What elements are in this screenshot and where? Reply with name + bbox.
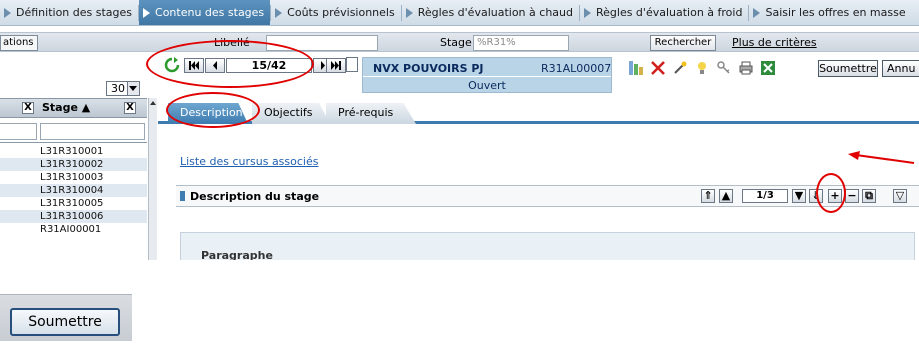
search-button[interactable]: Rechercher xyxy=(650,35,716,51)
table-row[interactable]: L31R310004 xyxy=(0,184,147,197)
table-row[interactable]: R31AI00001 xyxy=(0,223,147,236)
print-icon[interactable] xyxy=(738,60,754,76)
chevron-down-icon[interactable] xyxy=(127,82,139,95)
copy-icon[interactable]: ⧉ xyxy=(862,189,876,203)
content-tab-bar: Description Objectifs Pré-requis xyxy=(158,100,919,124)
chevron-right-icon xyxy=(4,7,11,18)
stage-input[interactable]: %R31% xyxy=(473,35,569,51)
zoom-submit-button[interactable]: Soumettre xyxy=(10,308,120,336)
grid-scrollbar[interactable] xyxy=(148,98,157,260)
key-icon[interactable] xyxy=(716,60,732,76)
last-page-icon[interactable] xyxy=(326,58,346,73)
nav-tab-label: Contenu des stages xyxy=(155,6,265,19)
record-separator xyxy=(363,76,611,77)
section-marker xyxy=(180,191,185,201)
chevron-right-icon xyxy=(275,7,283,18)
page-size-select[interactable]: 30 xyxy=(106,81,140,96)
delete-icon[interactable] xyxy=(650,60,666,76)
annotation-ellipse-libelle xyxy=(146,40,314,88)
nav-tab-eval-chaud[interactable]: Règles d'évaluation à chaud xyxy=(402,0,579,25)
clear-filter-button[interactable]: X xyxy=(124,102,136,114)
record-info: NVX POUVOIRS PJ R31AL00007 Ouvert xyxy=(362,57,612,93)
nav-tab-offres[interactable]: Saisir les offres en masse xyxy=(749,0,911,25)
columns-icon[interactable] xyxy=(628,60,644,76)
bottom-blank xyxy=(0,260,919,354)
filter-icon[interactable]: ▽ xyxy=(893,189,907,203)
grid-header: X Stage ▲ X xyxy=(0,98,147,118)
remove-paragraph-icon[interactable]: − xyxy=(845,189,859,203)
annotation-ellipse-add xyxy=(816,173,846,213)
chevron-right-icon xyxy=(405,7,413,18)
nav-tab-label: Règles d'évaluation à froid xyxy=(595,6,743,19)
red-arrow-icon xyxy=(848,151,915,164)
left-tab[interactable]: ations xyxy=(0,35,38,51)
grid-rows: L31R310001 L31R310002 L31R310003 L31R310… xyxy=(0,145,147,236)
annotation-ellipse-description xyxy=(166,92,260,128)
clear-column-button[interactable]: X xyxy=(22,102,34,114)
wand-icon[interactable] xyxy=(672,60,688,76)
nav-tab-eval-froid[interactable]: Règles d'évaluation à froid xyxy=(580,0,748,25)
content-panel: Liste des cursus associés Description du… xyxy=(158,127,919,272)
zoom-inset: Soumettre xyxy=(0,294,132,341)
chevron-right-icon xyxy=(753,7,761,18)
table-row[interactable]: L31R310001 xyxy=(0,145,147,158)
more-criteria-link[interactable]: Plus de critères xyxy=(732,36,817,49)
table-row[interactable]: L31R310003 xyxy=(0,171,147,184)
section-page-indicator[interactable]: 1/3 xyxy=(742,189,788,203)
nav-tab-label: Définition des stages xyxy=(16,6,133,19)
table-row[interactable]: L31R310002 xyxy=(0,158,147,171)
top-nav: Définition des stages Contenu des stages… xyxy=(0,0,919,26)
table-row[interactable]: L31R310006 xyxy=(0,210,147,223)
nav-tab-couts[interactable]: Coûts prévisionnels xyxy=(271,0,401,25)
move-top-icon[interactable]: ⇑ xyxy=(701,189,715,203)
stage-label: Stage xyxy=(440,36,472,49)
table-row[interactable]: L31R310005 xyxy=(0,197,147,210)
move-up-icon[interactable]: ▲ xyxy=(719,189,733,203)
bulb-icon[interactable] xyxy=(694,60,710,76)
nav-tab-label: Règles d'évaluation à chaud xyxy=(417,6,573,19)
grid-filter-row xyxy=(0,121,147,143)
cancel-button[interactable]: Annu xyxy=(882,60,919,77)
move-down-icon[interactable]: ▼ xyxy=(792,189,806,203)
cursus-link[interactable]: Liste des cursus associés xyxy=(180,155,318,168)
column-header-stage[interactable]: Stage ▲ xyxy=(42,101,90,114)
nav-tab-contenu[interactable]: Contenu des stages xyxy=(139,0,271,25)
tab-objectifs[interactable]: Objectifs xyxy=(252,103,330,124)
new-doc-icon[interactable] xyxy=(346,57,358,72)
record-code: R31AL00007 xyxy=(541,62,612,75)
chevron-right-icon xyxy=(143,7,151,18)
record-status: Ouvert xyxy=(468,79,506,92)
toolbar xyxy=(628,60,776,76)
page-size-value: 30 xyxy=(111,82,125,95)
record-title: NVX POUVOIRS PJ xyxy=(373,62,484,75)
scroll-up-icon[interactable] xyxy=(150,101,156,105)
grid-filter-input-2[interactable] xyxy=(40,123,145,140)
grid-filter-input-1[interactable] xyxy=(0,123,37,140)
tab-prerequis[interactable]: Pré-requis xyxy=(326,103,416,124)
section-bar: Description du stage ⇑ ▲ 1/3 ▼ ⇓ + − ⧉ ▽ xyxy=(176,185,919,207)
nav-tab-label: Coûts prévisionnels xyxy=(287,6,395,19)
chevron-right-icon xyxy=(583,7,591,18)
submit-button[interactable]: Soumettre xyxy=(818,60,878,77)
section-title: Description du stage xyxy=(190,190,320,203)
nav-tab-definition[interactable]: Définition des stages xyxy=(0,0,138,25)
nav-tab-label: Saisir les offres en masse xyxy=(765,6,906,19)
excel-icon[interactable] xyxy=(760,60,776,76)
filter-row: ations Libellé Stage %R31% Rechercher Pl… xyxy=(0,32,919,52)
